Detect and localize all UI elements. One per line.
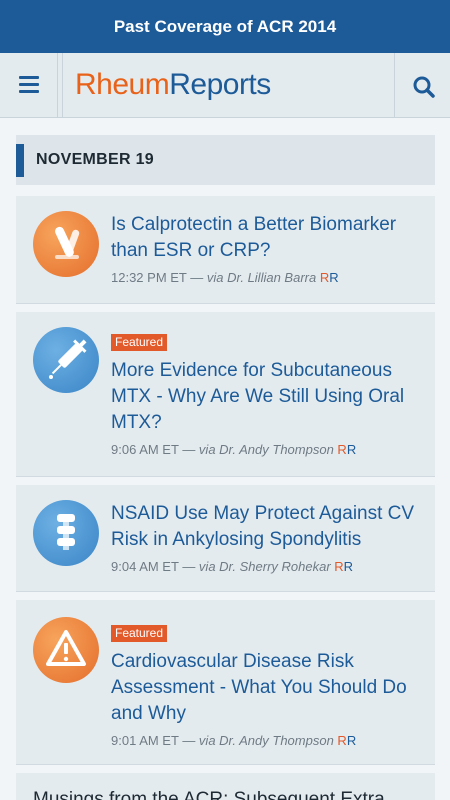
rr-mark-r2: R bbox=[329, 270, 339, 285]
coverage-banner-title: Past Coverage of ACR 2014 bbox=[113, 17, 337, 36]
date-section-header: NOVEMBER 19 bbox=[16, 135, 435, 185]
hamburger-icon-line bbox=[19, 90, 39, 93]
article-card-partial[interactable]: Musings from the ACR: Subsequent Extra..… bbox=[16, 773, 435, 800]
menu-button[interactable] bbox=[0, 53, 58, 117]
article-card[interactable]: Is Calprotectin a Better Biomarker than … bbox=[16, 196, 435, 304]
article-meta: 9:06 AM ET — via Dr. Andy Thompson RR bbox=[111, 441, 423, 459]
rr-mark-r2: R bbox=[343, 559, 354, 574]
article-card[interactable]: NSAID Use May Protect Against CV Risk in… bbox=[16, 485, 435, 592]
coverage-banner[interactable]: Past Coverage of ACR 2014 bbox=[0, 0, 450, 53]
rr-mark-r1: R bbox=[319, 270, 330, 285]
logo-text-reports: Reports bbox=[169, 68, 271, 101]
article-time: 9:06 AM ET bbox=[111, 442, 179, 457]
article-title[interactable]: Is Calprotectin a Better Biomarker than … bbox=[111, 212, 423, 264]
article-card[interactable]: Featured Cardiovascular Disease Risk Ass… bbox=[16, 600, 435, 765]
hamburger-icon-line bbox=[19, 83, 39, 86]
rr-mark-r2: R bbox=[346, 733, 357, 748]
divider bbox=[62, 53, 63, 117]
date-label: NOVEMBER 19 bbox=[36, 151, 154, 168]
rr-mark: RR bbox=[320, 270, 339, 285]
rr-mark-r2: R bbox=[346, 442, 357, 457]
rr-mark: RR bbox=[334, 559, 353, 574]
test-tube-icon bbox=[33, 211, 99, 277]
featured-badge: Featured bbox=[111, 334, 168, 351]
search-icon bbox=[413, 76, 435, 98]
article-time: 9:01 AM ET bbox=[111, 733, 179, 748]
article-meta: 12:32 PM ET — via Dr. Lillian Barra RR bbox=[111, 269, 423, 287]
app-header: RheumReports bbox=[0, 53, 450, 118]
article-author: — via Dr. Sherry Rohekar bbox=[182, 559, 331, 574]
logo-text-rheum: Rheum bbox=[75, 68, 170, 101]
article-author: — via Dr. Lillian Barra bbox=[190, 270, 317, 285]
article-title[interactable]: More Evidence for Subcutaneous MTX - Why… bbox=[111, 358, 423, 436]
spine-icon bbox=[33, 500, 99, 566]
article-time: 12:32 PM ET bbox=[111, 270, 187, 285]
article-author: — via Dr. Andy Thompson bbox=[182, 733, 334, 748]
search-button[interactable] bbox=[394, 53, 450, 117]
article-title[interactable]: Cardiovascular Disease Risk Assessment -… bbox=[111, 649, 423, 727]
rr-mark-r1: R bbox=[337, 442, 347, 457]
featured-badge: Featured bbox=[111, 625, 168, 642]
syringe-icon bbox=[33, 327, 99, 393]
article-meta: 9:04 AM ET — via Dr. Sherry Rohekar RR bbox=[111, 558, 423, 576]
article-title[interactable]: NSAID Use May Protect Against CV Risk in… bbox=[111, 501, 423, 553]
article-meta: 9:01 AM ET — via Dr. Andy Thompson RR bbox=[111, 732, 423, 750]
rr-mark-r1: R bbox=[334, 559, 344, 574]
article-title[interactable]: Musings from the ACR: Subsequent Extra..… bbox=[33, 789, 401, 800]
warning-icon bbox=[33, 617, 99, 683]
hamburger-icon bbox=[19, 76, 39, 79]
rr-mark-r1: R bbox=[337, 733, 347, 748]
rr-mark: RR bbox=[337, 733, 356, 748]
article-author: — via Dr. Andy Thompson bbox=[182, 442, 334, 457]
article-time: 9:04 AM ET bbox=[111, 559, 179, 574]
article-card[interactable]: Featured More Evidence for Subcutaneous … bbox=[16, 312, 435, 477]
rr-mark: RR bbox=[337, 442, 356, 457]
rheumreports-logo[interactable]: RheumReports bbox=[75, 67, 271, 103]
